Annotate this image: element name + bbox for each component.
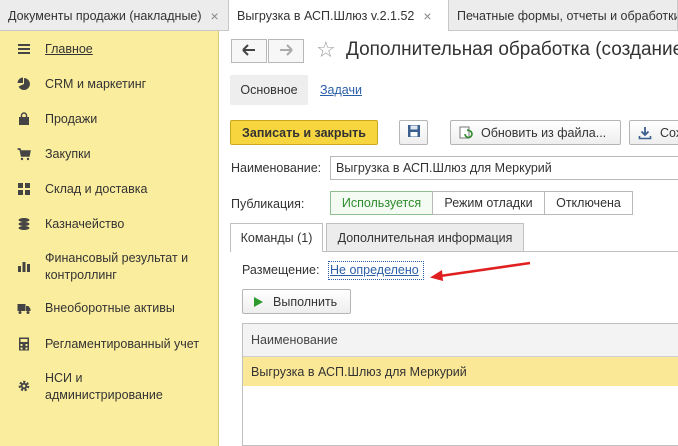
save-to-file-button[interactable]: Сох bbox=[629, 120, 678, 145]
close-icon[interactable]: × bbox=[211, 8, 219, 24]
page-title: Дополнительная обработка (создание) bbox=[346, 39, 678, 60]
sidebar-item-label: Склад и доставка bbox=[45, 182, 148, 196]
tab-tasks[interactable]: Задачи bbox=[320, 75, 362, 105]
sidebar-item-admin[interactable]: НСИ и администрирование bbox=[0, 370, 219, 404]
update-from-file-button[interactable]: Обновить из файла... bbox=[450, 120, 621, 145]
sidebar-item-finance[interactable]: Финансовый результат и контроллинг bbox=[0, 250, 219, 284]
sidebar-item-regulated[interactable]: Регламентированный учет bbox=[0, 336, 219, 353]
window-tabbar: Документы продажи (накладные) × Выгрузка… bbox=[0, 0, 678, 32]
tab-additional-info[interactable]: Дополнительная информация bbox=[326, 223, 524, 251]
annotation-arrow-icon bbox=[430, 261, 531, 281]
run-button[interactable]: Выполнить bbox=[242, 289, 351, 314]
star-icon[interactable]: ☆ bbox=[316, 38, 336, 62]
forward-button[interactable] bbox=[268, 39, 304, 63]
pie-chart-icon bbox=[16, 76, 32, 92]
sidebar-item-label: Финансовый результат и контроллинг bbox=[45, 251, 189, 282]
save-and-close-button[interactable]: Записать и закрыть bbox=[230, 120, 378, 145]
warehouse-grid-icon bbox=[16, 181, 32, 197]
arrow-left-icon bbox=[242, 43, 256, 59]
download-icon bbox=[638, 126, 652, 140]
sidebar-item-main[interactable]: Главное bbox=[0, 41, 219, 58]
publication-option-used[interactable]: Используется bbox=[330, 191, 433, 215]
sidebar-item-label: Продажи bbox=[45, 112, 98, 126]
floppy-icon bbox=[407, 124, 421, 141]
arrow-right-icon bbox=[279, 43, 293, 59]
sidebar-item-label: Главное bbox=[45, 42, 93, 56]
menu-lines-icon bbox=[16, 41, 32, 57]
main-content: ☆ Дополнительная обработка (создание) Ос… bbox=[220, 31, 678, 446]
tab-main[interactable]: Основное bbox=[230, 75, 308, 105]
commands-table: Наименование Выгрузка в АСП.Шлюз для Мер… bbox=[242, 323, 678, 446]
truck-icon bbox=[16, 300, 32, 316]
tab-label: Документы продажи (накладные) bbox=[8, 8, 202, 23]
tab-export-asp[interactable]: Выгрузка в АСП.Шлюз v.2.1.52 × bbox=[229, 0, 449, 32]
gear-icon bbox=[16, 378, 32, 394]
name-field[interactable]: Выгрузка в АСП.Шлюз для Меркурий bbox=[330, 156, 678, 180]
publication-option-disabled[interactable]: Отключена bbox=[544, 191, 633, 215]
update-from-file-label: Обновить из файла... bbox=[481, 125, 607, 140]
sidebar-item-label: Казначейство bbox=[45, 217, 125, 231]
cart-icon bbox=[16, 146, 32, 162]
sidebar-item-label: Закупки bbox=[45, 147, 91, 161]
sidebar: Главное CRM и маркетинг Продажи Закупки … bbox=[0, 31, 219, 446]
tab-label: Выгрузка в АСП.Шлюз v.2.1.52 bbox=[237, 9, 415, 23]
sidebar-item-label: Регламентированный учет bbox=[45, 337, 200, 351]
coins-stack-icon bbox=[16, 216, 32, 232]
save-button[interactable] bbox=[399, 120, 428, 145]
sidebar-item-purchases[interactable]: Закупки bbox=[0, 146, 219, 163]
tab-print-forms[interactable]: Печатные формы, отчеты и обработки bbox=[449, 0, 678, 31]
close-icon[interactable]: × bbox=[423, 8, 431, 24]
publication-label: Публикация: bbox=[231, 197, 305, 211]
sidebar-item-crm[interactable]: CRM и маркетинг bbox=[0, 76, 219, 93]
calculator-icon bbox=[16, 336, 32, 352]
tab-sales-documents[interactable]: Документы продажи (накладные) × bbox=[0, 0, 229, 31]
sidebar-item-warehouse[interactable]: Склад и доставка bbox=[0, 181, 219, 198]
sidebar-item-sales[interactable]: Продажи bbox=[0, 111, 219, 128]
sidebar-item-label: CRM и маркетинг bbox=[45, 77, 147, 91]
sidebar-item-fixed-assets[interactable]: Внеоборотные активы bbox=[0, 300, 219, 317]
tab-commands[interactable]: Команды (1) bbox=[230, 223, 323, 252]
play-icon bbox=[251, 295, 265, 309]
shopping-bag-icon bbox=[16, 111, 32, 127]
placement-link[interactable]: Не определено bbox=[330, 263, 419, 277]
tab-label: Печатные формы, отчеты и обработки bbox=[457, 8, 678, 23]
sidebar-item-label: Внеоборотные активы bbox=[45, 301, 175, 315]
bar-chart-icon bbox=[16, 258, 32, 274]
refresh-file-icon bbox=[459, 126, 473, 140]
publication-option-debug[interactable]: Режим отладки bbox=[432, 191, 545, 215]
table-row[interactable]: Выгрузка в АСП.Шлюз для Меркурий bbox=[243, 357, 678, 386]
placement-label: Размещение: bbox=[242, 263, 320, 277]
sidebar-item-treasury[interactable]: Казначейство bbox=[0, 216, 219, 233]
table-header-name[interactable]: Наименование bbox=[243, 324, 678, 357]
run-button-label: Выполнить bbox=[273, 294, 338, 309]
save-to-file-label: Сох bbox=[660, 125, 678, 140]
sidebar-item-label: НСИ и администрирование bbox=[45, 371, 163, 402]
back-button[interactable] bbox=[231, 39, 267, 63]
name-label: Наименование: bbox=[231, 161, 322, 175]
